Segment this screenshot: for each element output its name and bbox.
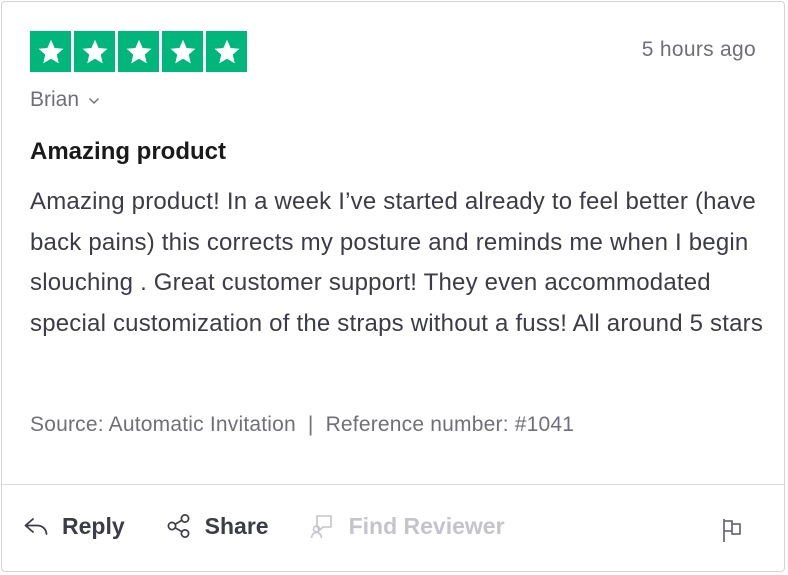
reply-arrow-icon xyxy=(24,518,48,535)
share-label: Share xyxy=(204,512,269,539)
star-4 xyxy=(162,31,203,72)
star-5 xyxy=(206,31,247,72)
star-icon xyxy=(82,39,107,63)
review-title: Amazing product xyxy=(30,138,226,165)
star-icon xyxy=(38,39,63,63)
share-icon xyxy=(167,514,190,538)
share-button[interactable]: Share xyxy=(165,512,269,540)
find-reviewer-label: Find Reviewer xyxy=(348,512,505,539)
review-timestamp: 5 hours ago xyxy=(641,38,756,61)
reference-number: Reference number: #1041 xyxy=(325,413,575,436)
reply-button[interactable]: Reply xyxy=(22,512,125,540)
author-dropdown[interactable]: Brian xyxy=(30,88,100,112)
star-rating xyxy=(30,31,247,72)
star-2 xyxy=(74,31,115,72)
review-source: Source: Automatic Invitation xyxy=(30,413,296,436)
divider xyxy=(2,484,784,485)
author-name: Brian xyxy=(30,88,80,111)
review-card: 5 hours ago Brian Amazing product Amazin… xyxy=(1,1,785,572)
action-bar: Reply Share Find Reviewer xyxy=(22,512,545,540)
reply-label: Reply xyxy=(62,512,125,539)
star-icon xyxy=(214,39,239,63)
find-reviewer-icon xyxy=(310,515,332,539)
chevron-down-icon xyxy=(89,98,100,104)
star-1 xyxy=(30,31,71,72)
find-reviewer-button[interactable]: Find Reviewer xyxy=(309,512,505,540)
star-icon xyxy=(170,39,195,63)
star-3 xyxy=(118,31,159,72)
separator: | xyxy=(307,413,314,436)
flag-icon[interactable] xyxy=(720,517,744,543)
review-source-line: Source: Automatic Invitation | Reference… xyxy=(30,413,574,437)
review-body: Amazing product! In a week I’ve started … xyxy=(30,188,764,337)
star-icon xyxy=(126,39,151,63)
